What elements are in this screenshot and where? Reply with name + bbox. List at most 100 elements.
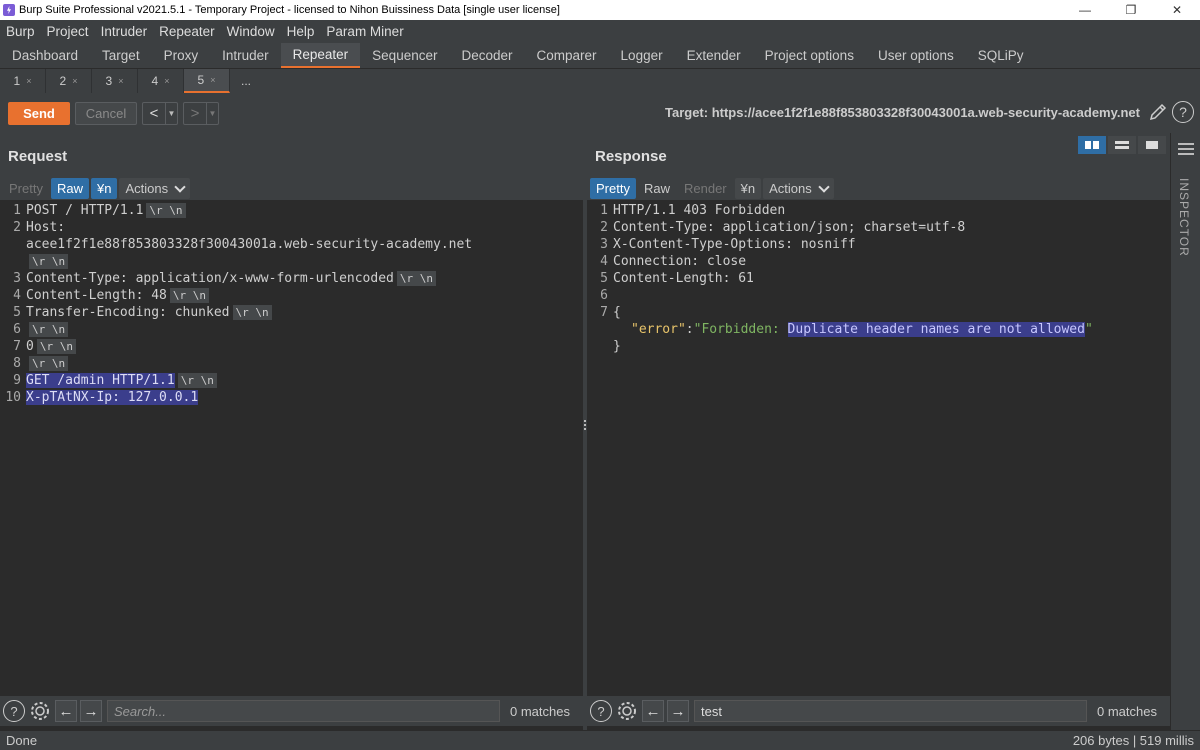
previous-match-button[interactable]: ← xyxy=(642,700,664,722)
repeater-toolbar: Send Cancel < ▼ > ▼ Target: https://acee… xyxy=(0,93,1200,133)
previous-match-button[interactable]: ← xyxy=(55,700,77,722)
chevron-down-icon xyxy=(818,180,830,193)
tab-user-options[interactable]: User options xyxy=(866,43,966,68)
tab-proxy[interactable]: Proxy xyxy=(152,43,211,68)
close-window-button[interactable]: ✕ xyxy=(1154,0,1200,20)
tab-logger[interactable]: Logger xyxy=(609,43,675,68)
request-editor[interactable]: 1 POST / HTTP/1.1 \r \n 2 Host: acee1f2f1… xyxy=(0,201,583,696)
close-tab-icon[interactable]: × xyxy=(164,76,169,86)
code-line: Content-Length: 48 \r \n xyxy=(26,288,210,303)
response-search-input[interactable] xyxy=(694,700,1087,722)
inspector-sidebar[interactable]: INSPECTOR xyxy=(1170,133,1200,730)
layout-toggle-group xyxy=(1078,136,1166,154)
code-line: Transfer-Encoding: chunked \r \n xyxy=(26,305,272,320)
menu-icon[interactable] xyxy=(1178,143,1194,155)
search-settings-button[interactable] xyxy=(28,699,52,723)
tab-decoder[interactable]: Decoder xyxy=(449,43,524,68)
new-tab-button[interactable]: ... xyxy=(230,69,262,93)
response-pretty-button[interactable]: Pretty xyxy=(590,178,636,199)
forward-button[interactable]: > xyxy=(184,103,206,124)
code-line: X-Content-Type-Options: nosniff xyxy=(613,237,856,252)
request-title: Request xyxy=(8,148,68,165)
line-number: 3 xyxy=(13,271,21,286)
layout-side-by-side-button[interactable] xyxy=(1078,136,1106,154)
sub-tab-label: 2 xyxy=(59,74,67,88)
response-title: Response xyxy=(595,148,667,165)
tab-project-options[interactable]: Project options xyxy=(753,43,866,68)
response-newline-toggle[interactable]: ¥n xyxy=(734,178,762,199)
close-tab-icon[interactable]: × xyxy=(72,76,77,86)
menu-intruder[interactable]: Intruder xyxy=(95,24,154,39)
search-settings-button[interactable] xyxy=(615,699,639,723)
inspector-label[interactable]: INSPECTOR xyxy=(1177,178,1191,257)
back-dropdown-button[interactable]: ▼ xyxy=(165,102,177,124)
sub-tab-label: 4 xyxy=(151,74,159,88)
help-icon[interactable]: ? xyxy=(1172,101,1194,123)
sub-tab-1[interactable]: 1 × xyxy=(0,69,46,93)
request-search-input[interactable] xyxy=(107,700,500,722)
response-editor[interactable]: 1 HTTP/1.1 403 Forbidden 2 Content-Type:… xyxy=(587,201,1170,696)
layout-stacked-button[interactable] xyxy=(1108,136,1136,154)
search-help-button[interactable]: ? xyxy=(2,699,26,723)
response-panel: Response Pretty Raw Render ¥n Actions 1 … xyxy=(587,133,1170,730)
back-button[interactable]: < xyxy=(143,103,165,124)
menu-param-miner[interactable]: Param Miner xyxy=(320,24,409,39)
close-tab-icon[interactable]: × xyxy=(26,76,31,86)
response-view-bar: Pretty Raw Render ¥n Actions xyxy=(587,177,1170,201)
line-number: 5 xyxy=(13,305,21,320)
code-line: GET /admin HTTP/1.1 \r \n xyxy=(26,373,217,388)
send-button[interactable]: Send xyxy=(8,101,70,125)
sub-tab-3[interactable]: 3 × xyxy=(92,69,138,93)
sub-tab-2[interactable]: 2 × xyxy=(46,69,92,93)
request-newline-toggle[interactable]: ¥n xyxy=(90,178,118,199)
tab-intruder[interactable]: Intruder xyxy=(210,43,281,68)
response-render-button[interactable]: Render xyxy=(678,178,733,199)
restore-button[interactable]: ❐ xyxy=(1108,0,1154,20)
tab-target[interactable]: Target xyxy=(90,43,152,68)
request-view-bar: Pretty Raw ¥n Actions xyxy=(0,177,583,201)
layout-tabbed-button[interactable] xyxy=(1138,136,1166,154)
next-match-button[interactable]: → xyxy=(667,700,689,722)
close-tab-icon[interactable]: × xyxy=(118,76,123,86)
menu-project[interactable]: Project xyxy=(41,24,95,39)
response-actions-menu[interactable]: Actions xyxy=(763,178,834,199)
forward-dropdown-button[interactable]: ▼ xyxy=(206,102,218,124)
sub-tab-5[interactable]: 5 × xyxy=(184,69,230,93)
menu-repeater[interactable]: Repeater xyxy=(153,24,221,39)
help-icon: ? xyxy=(590,700,612,722)
tab-sequencer[interactable]: Sequencer xyxy=(360,43,449,68)
crlf-marker: \r \n xyxy=(146,203,186,218)
sub-tab-4[interactable]: 4 × xyxy=(138,69,184,93)
tab-repeater[interactable]: Repeater xyxy=(280,43,361,68)
request-actions-menu[interactable]: Actions xyxy=(119,178,191,199)
next-match-button[interactable]: → xyxy=(80,700,102,722)
code-line: acee1f2f1e88f853803328f30043001a.web-sec… xyxy=(26,237,473,252)
window-title: Burp Suite Professional v2021.5.1 - Temp… xyxy=(19,4,560,16)
close-tab-icon[interactable]: × xyxy=(210,75,215,85)
tab-sqlipy[interactable]: SQLiPy xyxy=(966,43,1036,68)
tab-comparer[interactable]: Comparer xyxy=(525,43,609,68)
minimize-button[interactable]: — xyxy=(1062,0,1108,20)
search-help-button[interactable]: ? xyxy=(589,699,613,723)
line-number: 2 xyxy=(13,220,21,235)
line-number: 10 xyxy=(5,390,21,405)
crlf-marker: \r \n xyxy=(29,356,69,371)
menu-burp[interactable]: Burp xyxy=(0,24,41,39)
menu-bar: Burp Project Intruder Repeater Window He… xyxy=(0,20,1200,43)
tab-extender[interactable]: Extender xyxy=(675,43,753,68)
menu-help[interactable]: Help xyxy=(281,24,321,39)
response-raw-button[interactable]: Raw xyxy=(638,178,676,199)
code-line: 0 \r \n xyxy=(26,339,76,354)
chevron-down-icon xyxy=(174,180,186,193)
crlf-marker: \r \n xyxy=(232,305,272,320)
menu-window[interactable]: Window xyxy=(221,24,281,39)
tab-dashboard[interactable]: Dashboard xyxy=(0,43,90,68)
request-raw-button[interactable]: Raw xyxy=(50,178,89,199)
request-pretty-button[interactable]: Pretty xyxy=(3,178,49,199)
window-titlebar: Burp Suite Professional v2021.5.1 - Temp… xyxy=(0,0,1200,20)
history-back-group: < ▼ xyxy=(142,101,178,125)
cancel-button[interactable]: Cancel xyxy=(75,101,137,125)
edit-target-icon[interactable] xyxy=(1148,102,1168,122)
crlf-marker: \r \n xyxy=(29,322,69,337)
sub-tab-label: 3 xyxy=(105,74,113,88)
